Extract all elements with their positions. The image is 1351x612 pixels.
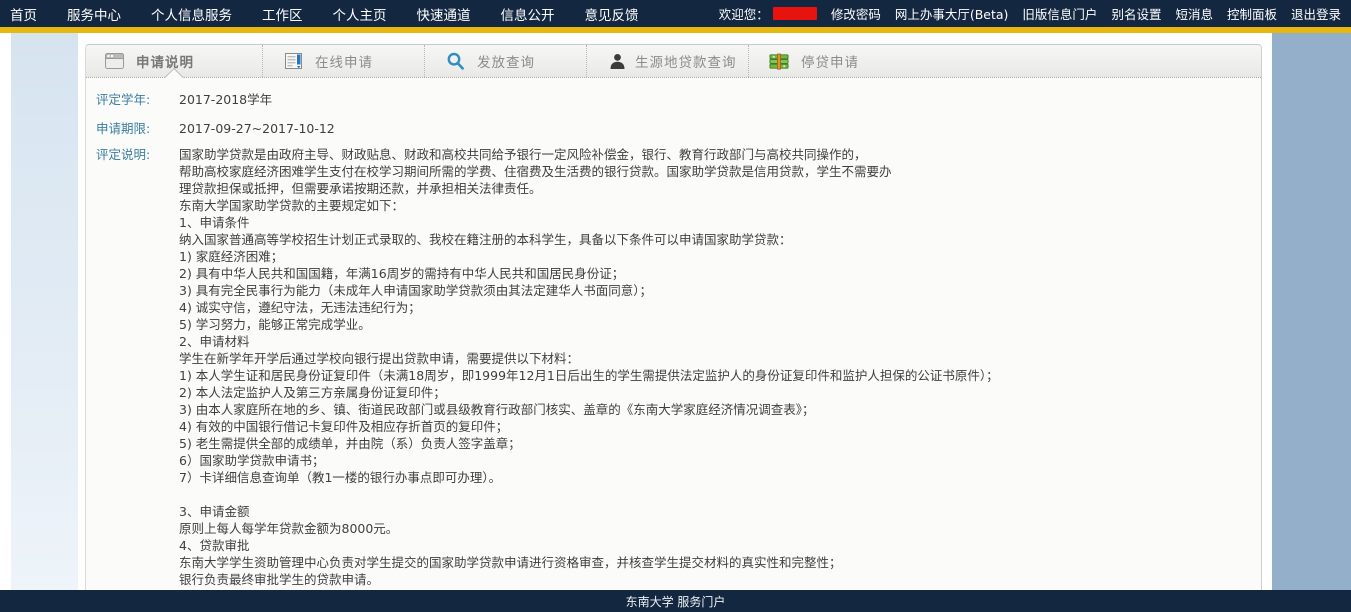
nav-item[interactable]: 个人信息服务 xyxy=(151,4,232,24)
assess-year-label: 评定学年: xyxy=(96,91,169,109)
description-line: 3) 具有完全民事行为能力（未成年人申请国家助学贷款须由其法定建华人书面同意）； xyxy=(179,282,999,299)
assess-year-row: 评定学年: 2017-2018学年 xyxy=(96,91,1241,109)
top-nav-right: 欢迎您： 修改密码网上办事大厅(Beta) 旧版信息门户别名设置短消息控制面板退出… xyxy=(719,4,1341,23)
description-line: 银行负责最终审批学生的贷款申请。 xyxy=(179,571,999,588)
nav-item[interactable]: 退出登录 xyxy=(1291,4,1341,23)
tab-label: 发放查询 xyxy=(477,51,535,71)
welcome-label: 欢迎您： xyxy=(719,4,769,23)
description-line: 1) 本人学生证和居民身份证复印件（未满18周岁，即1999年12月1日后出生的… xyxy=(179,367,999,384)
nav-item[interactable]: 控制面板 xyxy=(1227,4,1277,23)
nav-item[interactable]: 工作区 xyxy=(262,4,303,24)
search-icon xyxy=(445,52,465,70)
form-icon xyxy=(283,53,303,69)
description-line: 5) 老生需提供全部的成绩单，并由院（系）负责人签字盖章； xyxy=(179,435,999,452)
tab-stop-loan-application[interactable]: 停贷申请 xyxy=(749,45,911,77)
top-nav-bar: 首页 服务中心 个人信息服务 工作区 个人主页 快速通道 信息公开 意见反馈 欢迎您： 修改密… xyxy=(0,0,1351,27)
apply-period-row: 申请期限: 2017-09-27~2017-10-12 xyxy=(96,120,1241,138)
nav-item[interactable]: 修改密码 xyxy=(831,4,881,23)
tab-label: 生源地贷款查询 xyxy=(635,51,737,71)
tab-label: 申请说明 xyxy=(136,51,194,71)
left-margin-panel xyxy=(11,33,78,590)
nav-item[interactable]: 快速通道 xyxy=(417,4,471,24)
apply-period-value: 2017-09-27~2017-10-12 xyxy=(169,120,335,138)
nav-item[interactable]: 别名设置 xyxy=(1111,4,1161,23)
tab-label: 在线申请 xyxy=(315,51,373,71)
footer-text: 东南大学 服务门户 xyxy=(626,593,726,610)
description-line xyxy=(179,486,999,503)
top-nav-right-items: 修改密码网上办事大厅(Beta) 旧版信息门户别名设置短消息控制面板退出登录 xyxy=(831,4,1341,23)
description-line: 2、申请材料 xyxy=(179,333,999,350)
description-line: 2) 本人法定监护人及第三方亲属身份证复印件； xyxy=(179,384,999,401)
description-line: 1) 家庭经济困难； xyxy=(179,248,999,265)
page-body: 申请说明 在线申请 发放查询 生源地贷款查询 停贷申请 评定学年: 2017-2018学… xyxy=(0,33,1351,590)
tab-online-application[interactable]: 在线申请 xyxy=(263,45,425,77)
right-margin-panel xyxy=(1272,33,1351,590)
nav-item[interactable]: 网上办事大厅(Beta) xyxy=(895,4,1009,23)
description-line: 4) 有效的中国银行借记卡复印件及相应存折首页的复印件； xyxy=(179,418,999,435)
nav-item[interactable]: 短消息 xyxy=(1175,4,1213,23)
description-line: 4、贷款审批 xyxy=(179,537,999,554)
tab-disbursement-query[interactable]: 发放查询 xyxy=(425,45,587,77)
nav-item[interactable]: 个人主页 xyxy=(333,4,387,24)
description-line: 3、申请金额 xyxy=(179,503,999,520)
description-line: 学生在新学年开学后通过学校向银行提出贷款申请，需要提供以下材料： xyxy=(179,350,999,367)
assess-year-value: 2017-2018学年 xyxy=(169,91,272,109)
description-line: 帮助高校家庭经济困难学生支付在校学习期间所需的学费、住宿费及生活费的银行贷款。国… xyxy=(179,163,999,180)
person-icon xyxy=(607,53,627,69)
description-line: 纳入国家普通高等学校招生计划正式录取的、我校在籍注册的本科学生，具备以下条件可以… xyxy=(179,231,999,248)
top-nav-left: 首页 服务中心 个人信息服务 工作区 个人主页 快速通道 信息公开 意见反馈 xyxy=(10,4,639,24)
description-line: 1、申请条件 xyxy=(179,214,999,231)
tab-label: 停贷申请 xyxy=(801,51,859,71)
description-line: 东南大学国家助学贷款的主要规定如下： xyxy=(179,197,999,214)
description-lines: 国家助学贷款是由政府主导、财政贴息、财政和高校共同给予银行一定风险补偿金，银行、… xyxy=(169,146,999,590)
nav-item[interactable]: 服务中心 xyxy=(67,4,121,24)
window-icon xyxy=(104,53,124,69)
description-line: 理贷款担保或抵押，但需要承诺按期还款，并承担相关法律责任。 xyxy=(179,180,999,197)
redacted-username xyxy=(773,7,817,20)
description-line: 6）国家助学贷款申请书； xyxy=(179,452,999,469)
nav-item[interactable]: 首页 xyxy=(10,4,37,24)
description-line: 国家助学贷款是由政府主导、财政贴息、财政和高校共同给予银行一定风险补偿金，银行、… xyxy=(179,146,999,163)
nav-item[interactable]: 旧版信息门户 xyxy=(1022,4,1097,23)
footer-bar: 东南大学 服务门户 xyxy=(0,590,1351,612)
nav-item[interactable]: 信息公开 xyxy=(501,4,555,24)
tab-application-instructions[interactable]: 申请说明 xyxy=(86,45,263,77)
tab-bar: 申请说明 在线申请 发放查询 生源地贷款查询 停贷申请 xyxy=(86,45,1261,78)
description-line: 7）卡详细信息查询单（教1一楼的银行办事点即可办理）。 xyxy=(179,469,999,486)
description-line: 4) 诚实守信，遵纪守法，无违法违纪行为； xyxy=(179,299,999,316)
tab-hometown-loan-query[interactable]: 生源地贷款查询 xyxy=(587,45,749,77)
description-line: 3) 由本人家庭所在地的乡、镇、街道民政部门或县级教育行政部门核实、盖章的《东南… xyxy=(179,401,999,418)
description-line: 2) 具有中华人民共和国国籍，年满16周岁的需持有中华人民共和国居民身份证； xyxy=(179,265,999,282)
nav-item[interactable]: 意见反馈 xyxy=(585,4,639,24)
description-line: 5) 学习努力，能够正常完成学业。 xyxy=(179,316,999,333)
money-icon xyxy=(769,53,789,70)
loan-info-content: 评定学年: 2017-2018学年 申请期限: 2017-09-27~2017-… xyxy=(86,78,1261,590)
description-label: 评定说明: xyxy=(96,146,169,164)
description-line: 东南大学学生资助管理中心负责对学生提交的国家助学贷款申请进行资格审查，并核查学生… xyxy=(179,554,999,571)
apply-period-label: 申请期限: xyxy=(96,120,169,138)
welcome-text: 欢迎您： xyxy=(719,4,817,23)
content-card: 申请说明 在线申请 发放查询 生源地贷款查询 停贷申请 评定学年: 2017-2018学… xyxy=(85,44,1262,590)
description-line: 原则上每人每学年贷款金额为8000元。 xyxy=(179,520,999,537)
description-row: 评定说明: 国家助学贷款是由政府主导、财政贴息、财政和高校共同给予银行一定风险补… xyxy=(96,146,1241,590)
